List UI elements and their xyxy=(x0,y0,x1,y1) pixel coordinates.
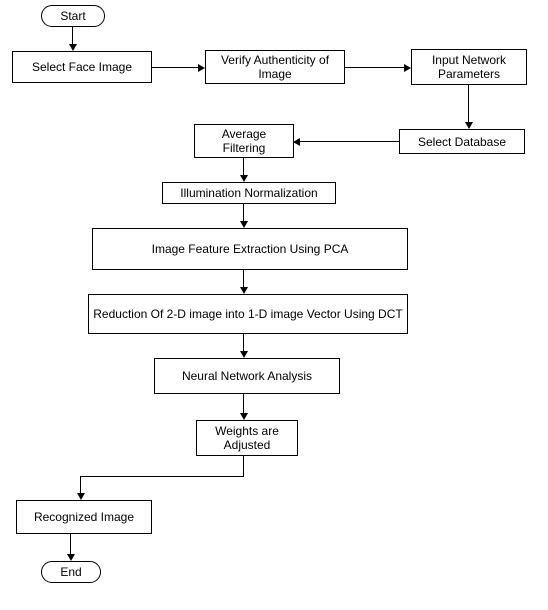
avg-filter-label: Average Filtering xyxy=(199,127,289,155)
edge xyxy=(468,85,469,123)
arrow-head xyxy=(198,64,205,72)
neural-label: Neural Network Analysis xyxy=(182,369,312,383)
weights-label: Weights are Adjusted xyxy=(201,424,293,452)
dct-node: Reduction Of 2-D image into 1-D image Ve… xyxy=(88,294,408,334)
recognized-label: Recognized Image xyxy=(34,510,134,524)
select-db-node: Select Database xyxy=(399,129,525,154)
pca-node: Image Feature Extraction Using PCA xyxy=(92,228,408,270)
select-face-label: Select Face Image xyxy=(32,60,132,74)
edge xyxy=(243,456,244,476)
arrow-head xyxy=(67,554,75,561)
input-params-label: Input Network Parameters xyxy=(416,53,522,81)
edge xyxy=(80,476,244,477)
edge xyxy=(243,270,244,288)
edge xyxy=(243,204,244,222)
edge xyxy=(299,141,400,142)
arrow-head xyxy=(240,287,248,294)
arrow-head xyxy=(240,413,248,420)
arrow-head xyxy=(240,351,248,358)
arrow-head xyxy=(69,44,77,51)
weights-node: Weights are Adjusted xyxy=(196,420,298,456)
select-face-node: Select Face Image xyxy=(12,51,152,83)
neural-node: Neural Network Analysis xyxy=(154,358,340,394)
dct-label: Reduction Of 2-D image into 1-D image Ve… xyxy=(93,307,402,321)
illum-node: Illumination Normalization xyxy=(162,182,336,204)
input-params-node: Input Network Parameters xyxy=(411,49,527,85)
edge xyxy=(243,158,244,176)
arrow-head xyxy=(77,493,85,500)
edge xyxy=(80,476,81,494)
edge xyxy=(152,67,199,68)
edge xyxy=(243,394,244,414)
arrow-head xyxy=(240,221,248,228)
avg-filter-node: Average Filtering xyxy=(194,124,294,158)
arrow-head xyxy=(404,64,411,72)
verify-label: Verify Authenticity of Image xyxy=(210,53,340,81)
illum-label: Illumination Normalization xyxy=(180,186,317,200)
arrow-head xyxy=(465,122,473,129)
edge xyxy=(70,534,71,555)
select-db-label: Select Database xyxy=(418,135,506,149)
start-label: Start xyxy=(60,9,85,23)
recognized-node: Recognized Image xyxy=(16,500,152,534)
edge xyxy=(243,334,244,352)
arrow-head xyxy=(240,175,248,182)
end-label: End xyxy=(60,565,81,579)
start-node: Start xyxy=(41,5,105,27)
edge xyxy=(345,67,405,68)
verify-node: Verify Authenticity of Image xyxy=(205,50,345,84)
end-node: End xyxy=(41,561,101,583)
arrow-head xyxy=(293,138,300,146)
pca-label: Image Feature Extraction Using PCA xyxy=(152,242,349,256)
edge xyxy=(72,27,73,45)
